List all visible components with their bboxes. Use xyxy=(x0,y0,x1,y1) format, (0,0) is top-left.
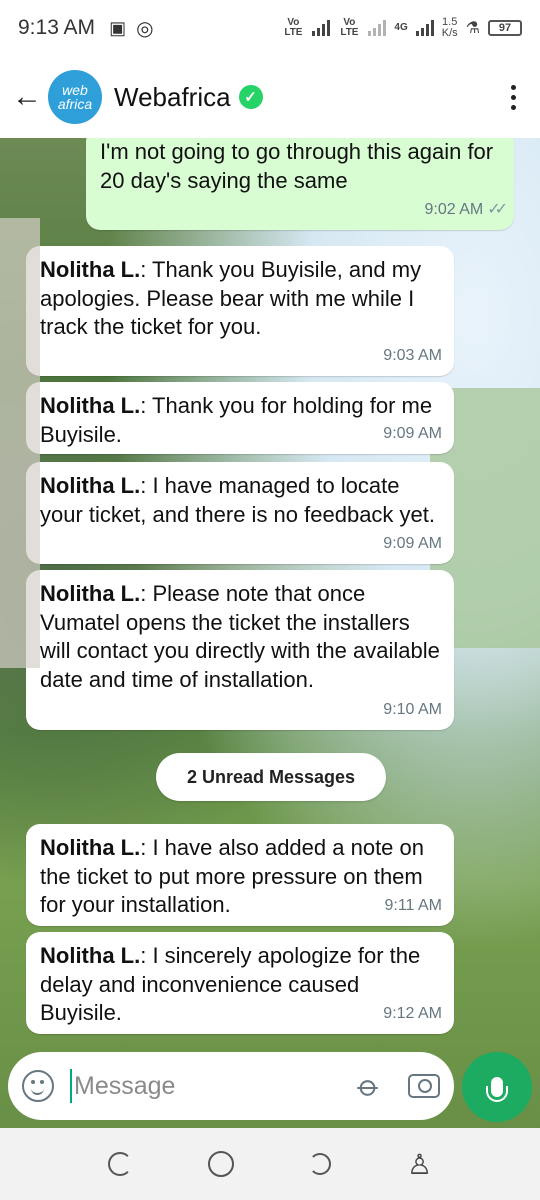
battery-level: 97 xyxy=(498,22,512,34)
message-bubble[interactable]: Nolitha L.: I sincerely apologize for th… xyxy=(26,932,454,1034)
verified-badge-icon: ✓ xyxy=(238,85,263,109)
chat-header: ← web africa Webafrica ✓ xyxy=(0,56,540,138)
whatsapp-notification-icon: ◎ xyxy=(136,17,154,40)
avatar[interactable]: web africa xyxy=(48,70,102,124)
net-speed-unit: K/s xyxy=(441,27,458,39)
avatar-line2: africa xyxy=(57,96,93,112)
flask-icon: ⚗ xyxy=(465,20,480,37)
sender-name: Nolitha L. xyxy=(40,393,141,418)
sender-name: Nolitha L. xyxy=(40,473,141,498)
status-bar: 9:13 AM ▣ ◎ Vo LTE Vo LTE 4G 1.5 K/s ⚗ 9… xyxy=(0,0,540,56)
message-bubble[interactable]: Nolitha L.: Please note that once Vumate… xyxy=(26,570,454,730)
message-time: 9:03 AM xyxy=(383,346,442,364)
message-bubble[interactable]: Nolitha L.: I have also added a note on … xyxy=(26,824,454,926)
sender-name: Nolitha L. xyxy=(40,581,141,606)
message-bubble[interactable]: Nolitha L.: Thank you Buyisile, and my a… xyxy=(26,246,454,376)
signal-icon-2 xyxy=(368,20,387,36)
sender-name: Nolitha L. xyxy=(40,835,141,860)
volte-label: Vo LTE xyxy=(284,17,303,38)
arrow-left-icon[interactable]: ← xyxy=(12,80,46,114)
message-time: 9:09 AM xyxy=(383,534,442,552)
accessibility-icon[interactable]: ♙ xyxy=(407,1148,432,1181)
message-time: 9:09 AM xyxy=(383,424,442,442)
home-icon[interactable] xyxy=(207,1151,234,1177)
message-input[interactable] xyxy=(74,1071,314,1101)
camera-icon[interactable] xyxy=(408,1074,440,1098)
status-time: 9:13 AM xyxy=(18,16,96,39)
news-notification-icon: ▣ xyxy=(109,17,127,38)
more-vert-icon[interactable] xyxy=(511,84,528,110)
signal-icon xyxy=(312,20,331,36)
message-time: 9:12 AM xyxy=(383,1004,442,1022)
message-bubble[interactable]: Nolitha L.: I have managed to locate you… xyxy=(26,462,454,564)
message-bubble[interactable]: Nolitha L.: Thank you for holding for me… xyxy=(26,382,454,454)
message-text: I'm not going to go through this again f… xyxy=(100,139,494,193)
volte-label-2: Vo LTE xyxy=(340,17,359,38)
text-cursor xyxy=(70,1069,72,1103)
system-nav-bar: ♙ xyxy=(0,1128,540,1200)
data-signal-icon xyxy=(415,20,434,36)
message-time: 9:11 AM xyxy=(384,896,442,914)
mic-icon xyxy=(486,1077,508,1102)
avatar-line1: web xyxy=(62,82,88,98)
back-nav-icon[interactable] xyxy=(309,1153,332,1175)
sender-name: Nolitha L. xyxy=(40,257,141,282)
message-time: 9:02 AM xyxy=(424,200,484,218)
message-bubble-outgoing[interactable]: I'm not going to go through this again f… xyxy=(86,138,514,230)
emoji-icon[interactable] xyxy=(22,1070,54,1102)
contact-name[interactable]: Webafrica xyxy=(114,82,231,113)
battery-icon: 97 xyxy=(488,20,522,36)
message-time: 9:10 AM xyxy=(383,700,442,718)
sender-name: Nolitha L. xyxy=(40,943,141,968)
read-ticks-icon: ✓✓ xyxy=(487,200,508,218)
mic-button[interactable] xyxy=(462,1052,532,1122)
unread-messages-divider: 2 Unread Messages xyxy=(156,753,386,801)
chat-area[interactable]: I'm not going to go through this again f… xyxy=(0,138,540,1128)
recents-icon[interactable] xyxy=(107,1152,132,1176)
message-composer: ⌀ xyxy=(8,1052,454,1120)
paperclip-icon[interactable]: ⌀ xyxy=(345,1062,394,1111)
net-type-label: 4G xyxy=(394,22,408,33)
